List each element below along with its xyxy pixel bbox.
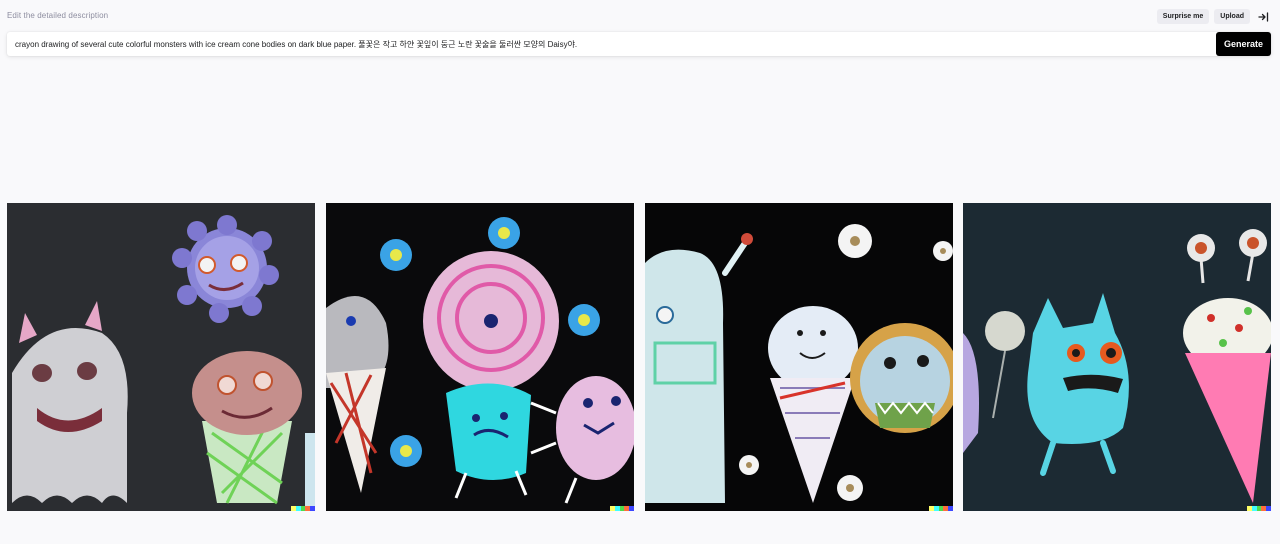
signature-mark xyxy=(1247,506,1271,511)
top-bar: Edit the detailed description Surprise m… xyxy=(0,0,1280,30)
top-actions: Surprise me Upload xyxy=(1156,9,1270,24)
signature-mark xyxy=(610,506,634,511)
signature-mark xyxy=(291,506,315,511)
prompt-input[interactable] xyxy=(7,32,1216,56)
result-image-4[interactable] xyxy=(963,203,1271,511)
crayon-monsters-image xyxy=(326,203,634,511)
result-image-1[interactable] xyxy=(7,203,315,511)
image-generation-page: Edit the detailed description Surprise m… xyxy=(0,0,1280,544)
signature-mark xyxy=(929,506,953,511)
crayon-monsters-image xyxy=(645,203,953,511)
edit-description-hint: Edit the detailed description xyxy=(7,11,109,20)
crayon-monsters-image xyxy=(7,203,315,511)
result-image-2[interactable] xyxy=(326,203,634,511)
exit-icon[interactable] xyxy=(1257,10,1270,23)
upload-button[interactable]: Upload xyxy=(1214,9,1250,24)
crayon-monsters-image xyxy=(963,203,1271,511)
surprise-me-button[interactable]: Surprise me xyxy=(1156,9,1210,24)
result-image-3[interactable] xyxy=(645,203,953,511)
prompt-bar: Generate xyxy=(7,32,1271,56)
generate-button[interactable]: Generate xyxy=(1216,32,1271,56)
results-gallery xyxy=(7,203,1271,511)
